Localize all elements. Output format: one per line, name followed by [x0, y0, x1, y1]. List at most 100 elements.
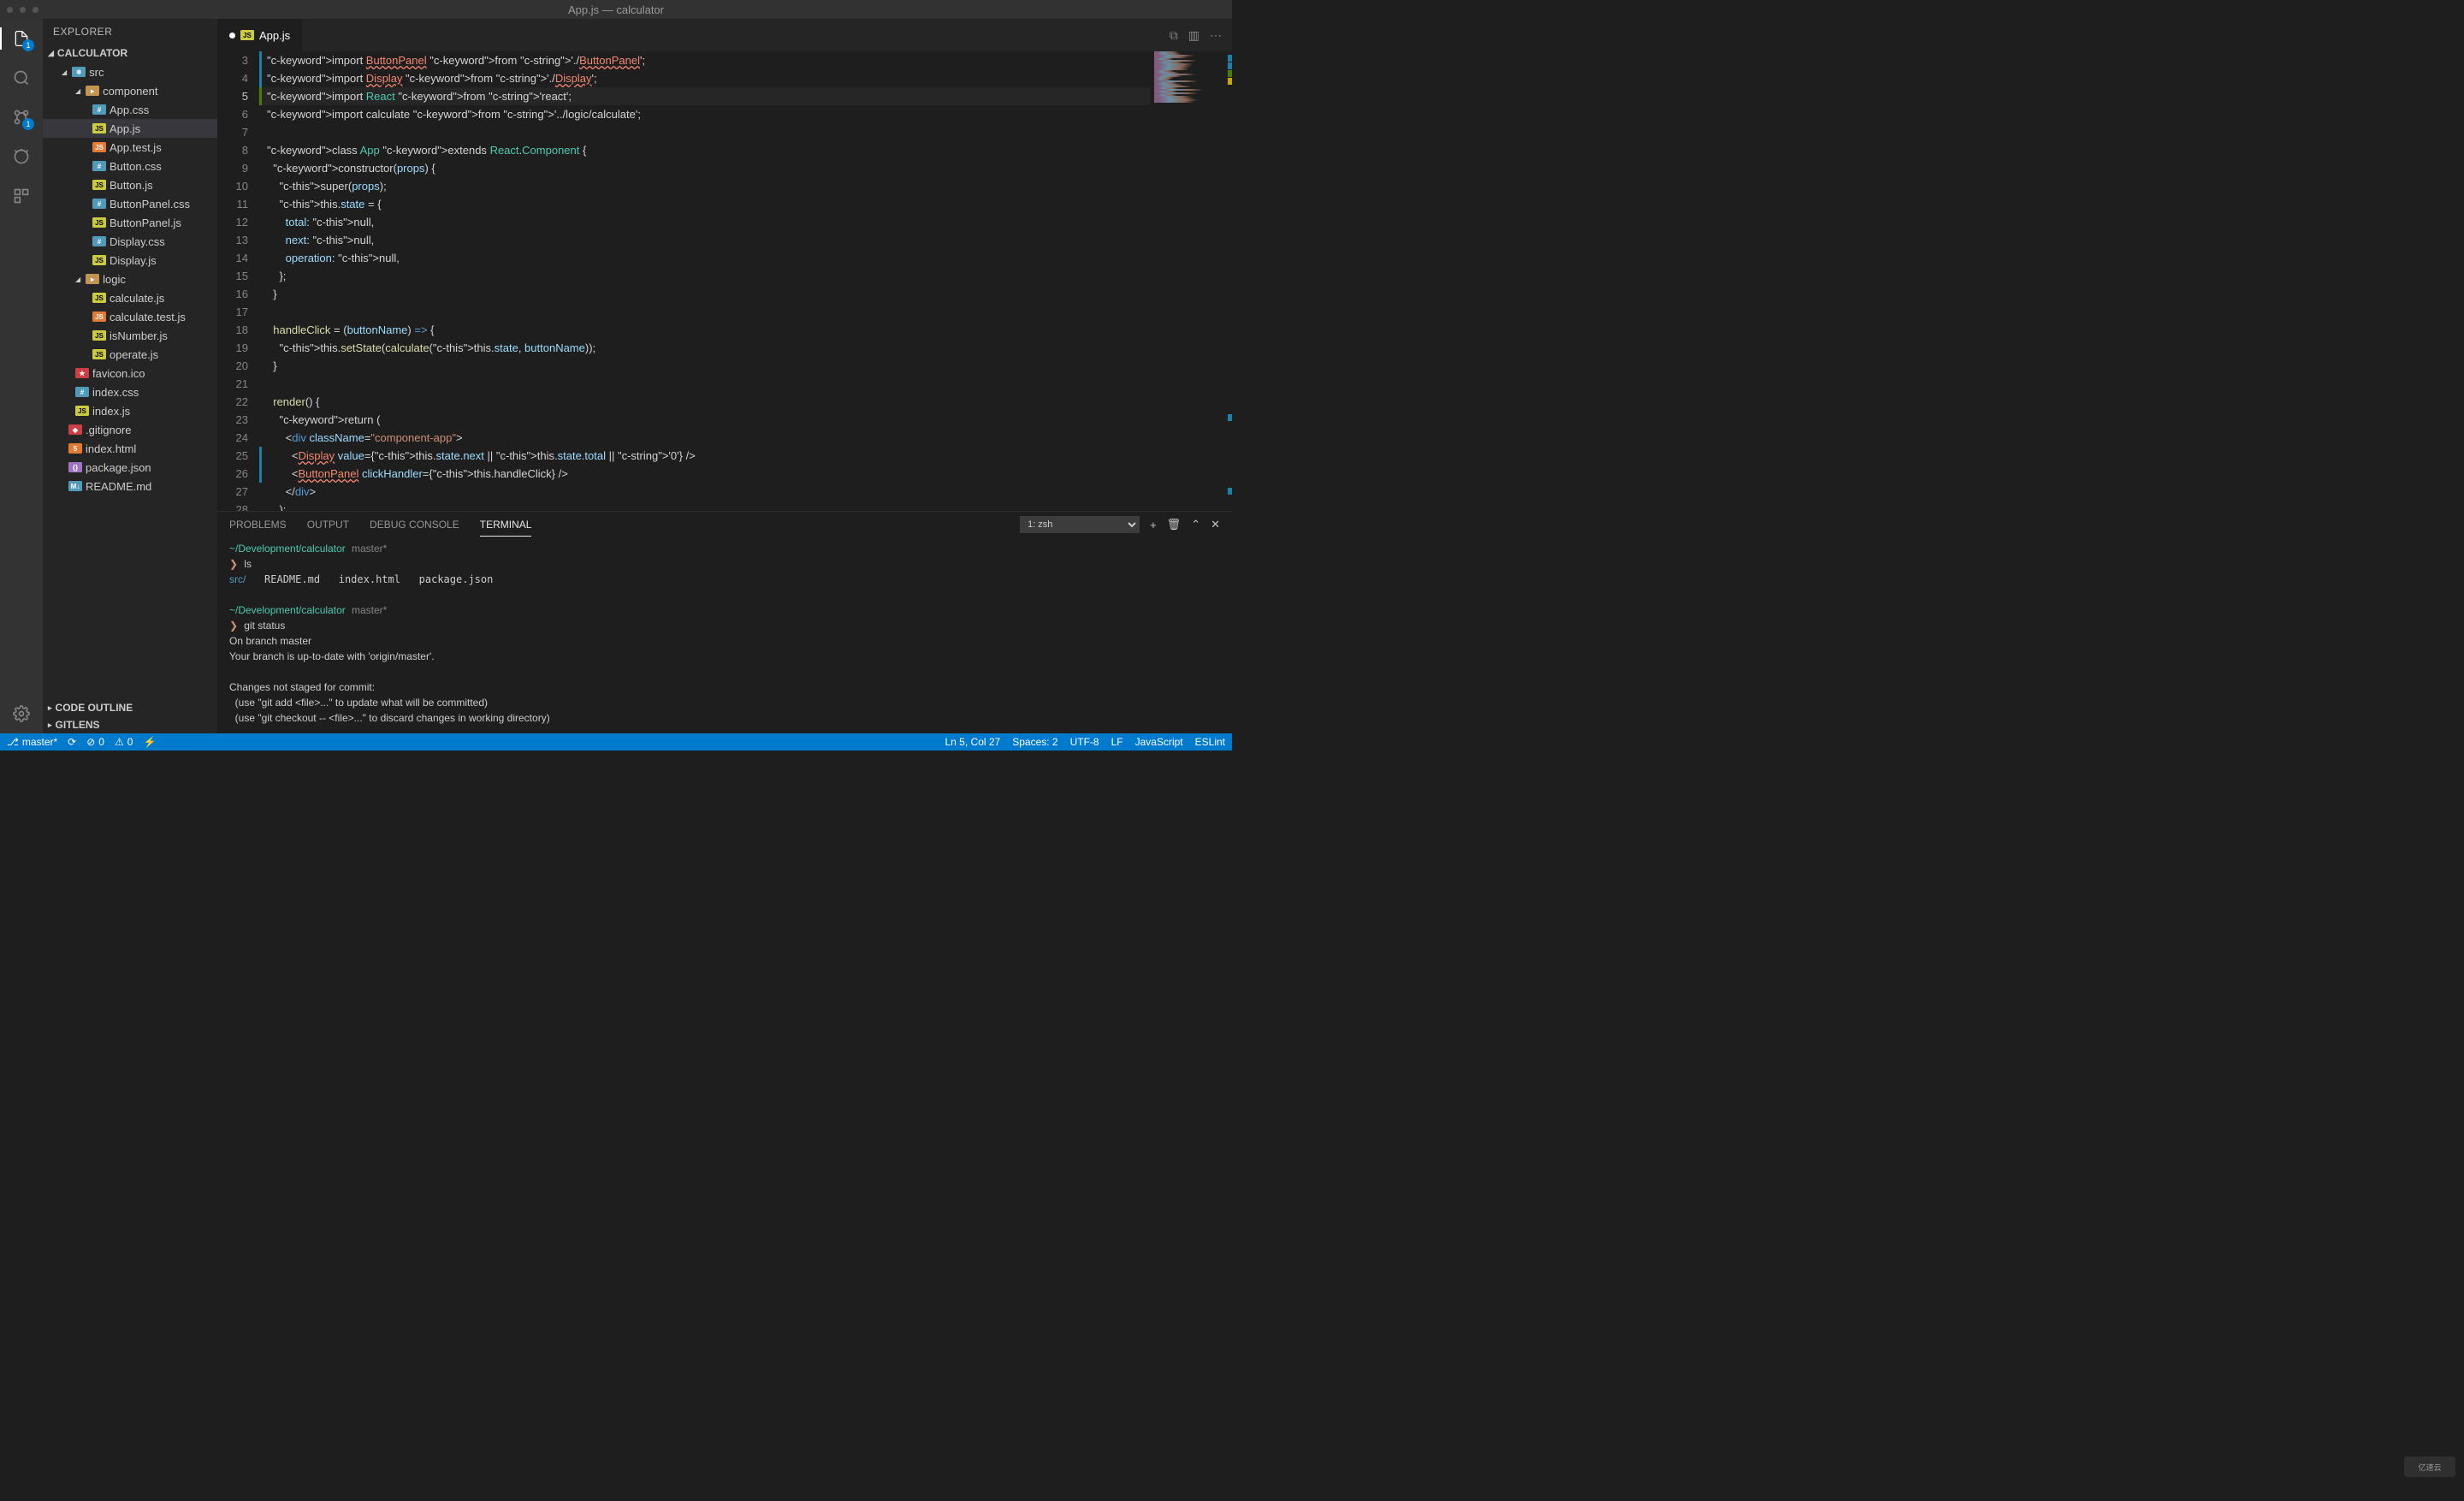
file-item[interactable]: JSApp.test.js: [43, 138, 217, 157]
file-item[interactable]: # Display.css: [43, 232, 217, 251]
editor-area: JS App.js ⧉ ▥ ⋯ 345678910111213141516171…: [217, 19, 1232, 733]
file-label: Display.js: [110, 254, 157, 267]
file-item[interactable]: JSoperate.js: [43, 345, 217, 364]
file-label: Display.css: [110, 235, 165, 248]
tab-app-js[interactable]: JS App.js: [217, 19, 302, 51]
search-activity-icon[interactable]: [10, 67, 33, 89]
file-item[interactable]: JSisNumber.js: [43, 326, 217, 345]
file-item[interactable]: # Button.css: [43, 157, 217, 175]
file-item[interactable]: #App.css: [43, 100, 217, 119]
file-item[interactable]: JScalculate.test.js: [43, 307, 217, 326]
sidebar-title: EXPLORER: [43, 19, 217, 44]
html-icon: 5: [68, 443, 82, 454]
sidebar: EXPLORER ◢ CALCULATOR ◢⚛src◢▸component#A…: [43, 19, 217, 733]
file-label: Button.css: [110, 160, 162, 173]
folder-icon: ▸: [86, 274, 99, 284]
file-item[interactable]: JSApp.js: [43, 119, 217, 138]
status-sync[interactable]: ⟳: [68, 736, 76, 748]
kill-terminal-icon[interactable]: 🗑: [1167, 518, 1182, 531]
md-icon: M↓: [68, 481, 82, 491]
js-file-icon: JS: [240, 30, 254, 40]
more-actions-icon[interactable]: ⋯: [1210, 28, 1222, 43]
code-content[interactable]: "c-keyword">import ButtonPanel "c-keywor…: [258, 51, 1150, 511]
file-item[interactable]: JSindex.js: [43, 401, 217, 420]
outline-section[interactable]: ▸ CODE OUTLINE: [43, 699, 217, 716]
extensions-activity-icon[interactable]: [10, 185, 33, 207]
file-item[interactable]: ★favicon.ico: [43, 364, 217, 383]
minimize-window-button[interactable]: [20, 7, 26, 13]
terminal-output[interactable]: ~/Development/calculator master* ❯ ls sr…: [217, 537, 1232, 733]
project-name: CALCULATOR: [57, 47, 127, 59]
panel-tab-problems[interactable]: PROBLEMS: [229, 513, 287, 536]
split-editor-icon[interactable]: ▥: [1188, 28, 1199, 43]
file-item[interactable]: {}package.json: [43, 458, 217, 477]
status-warnings[interactable]: ⚠ 0: [115, 736, 133, 748]
file-label: isNumber.js: [110, 329, 168, 342]
file-item[interactable]: # ButtonPanel.css: [43, 194, 217, 213]
status-spaces[interactable]: Spaces: 2: [1012, 736, 1057, 748]
gitlens-section[interactable]: ▸ GITLENS: [43, 716, 217, 733]
settings-activity-icon[interactable]: [10, 703, 33, 725]
file-item[interactable]: JSButtonPanel.js: [43, 213, 217, 232]
folder-item[interactable]: ◢▸component: [43, 81, 217, 100]
file-item[interactable]: M↓ README.md: [43, 477, 217, 495]
panel-tab-bar: PROBLEMS OUTPUT DEBUG CONSOLE TERMINAL 1…: [217, 512, 1232, 537]
minimap[interactable]: [1150, 51, 1227, 511]
json-icon: {}: [68, 462, 82, 472]
maximize-panel-icon[interactable]: ⌃: [1191, 518, 1200, 531]
css-icon: #: [92, 161, 106, 171]
status-position[interactable]: Ln 5, Col 27: [945, 736, 1001, 748]
css-icon: #: [92, 236, 106, 246]
panel-tab-output[interactable]: OUTPUT: [307, 513, 349, 536]
file-label: README.md: [86, 480, 151, 493]
editor-body[interactable]: 3456789101112131415161718192021222324252…: [217, 51, 1232, 511]
folder-item[interactable]: ◢▸logic: [43, 270, 217, 288]
close-panel-icon[interactable]: ✕: [1211, 518, 1220, 531]
file-label: calculate.test.js: [110, 311, 186, 323]
maximize-window-button[interactable]: [33, 7, 38, 13]
project-header[interactable]: ◢ CALCULATOR: [43, 44, 217, 62]
file-label: calculate.js: [110, 292, 164, 305]
terminal-select[interactable]: 1: zsh: [1020, 516, 1140, 533]
file-item[interactable]: JSDisplay.js: [43, 251, 217, 270]
explorer-activity-icon[interactable]: 1: [10, 27, 33, 50]
css-icon: #: [75, 387, 89, 397]
status-errors[interactable]: ⊘ 0: [86, 736, 104, 748]
explorer-badge: 1: [22, 39, 34, 51]
file-item[interactable]: 5index.html: [43, 439, 217, 458]
file-item[interactable]: #index.css: [43, 383, 217, 401]
panel-tab-terminal[interactable]: TERMINAL: [480, 513, 532, 537]
overview-ruler[interactable]: [1227, 51, 1232, 511]
scm-activity-icon[interactable]: 1: [10, 106, 33, 128]
status-eslint[interactable]: ESLint: [1195, 736, 1225, 748]
panel-tab-debug-console[interactable]: DEBUG CONSOLE: [370, 513, 459, 536]
tab-bar: JS App.js ⧉ ▥ ⋯: [217, 19, 1232, 51]
folder-item[interactable]: ◢⚛src: [43, 62, 217, 81]
debug-activity-icon[interactable]: [10, 145, 33, 168]
css-icon: #: [92, 199, 106, 209]
file-label: ButtonPanel.css: [110, 198, 190, 211]
status-encoding[interactable]: UTF-8: [1070, 736, 1099, 748]
file-item[interactable]: JScalculate.js: [43, 288, 217, 307]
file-label: favicon.ico: [92, 367, 145, 380]
status-bar: ⎇ master* ⟳ ⊘ 0 ⚠ 0 ⚡ Ln 5, Col 27 Space…: [0, 733, 1232, 750]
test-icon: JS: [92, 142, 106, 152]
line-gutter: 3456789101112131415161718192021222324252…: [217, 51, 258, 511]
status-action[interactable]: ⚡: [143, 736, 156, 748]
status-branch[interactable]: ⎇ master*: [7, 736, 57, 748]
watermark: 亿速云: [2404, 1457, 2455, 1477]
file-label: component: [103, 85, 157, 98]
file-item[interactable]: JSButton.js: [43, 175, 217, 194]
status-language[interactable]: JavaScript: [1135, 736, 1183, 748]
file-item[interactable]: ◆.gitignore: [43, 420, 217, 439]
new-terminal-icon[interactable]: +: [1150, 519, 1157, 531]
chevron-right-icon: ▸: [48, 721, 52, 730]
compare-changes-icon[interactable]: ⧉: [1170, 28, 1178, 43]
js-icon: JS: [92, 349, 106, 359]
chevron-right-icon: ▸: [48, 703, 52, 713]
ico-icon: ★: [75, 368, 89, 378]
close-window-button[interactable]: [7, 7, 13, 13]
status-eol[interactable]: LF: [1111, 736, 1123, 748]
activity-bar: 1 1: [0, 19, 43, 733]
file-tree: ◢⚛src◢▸component#App.cssJSApp.jsJSApp.te…: [43, 62, 217, 496]
